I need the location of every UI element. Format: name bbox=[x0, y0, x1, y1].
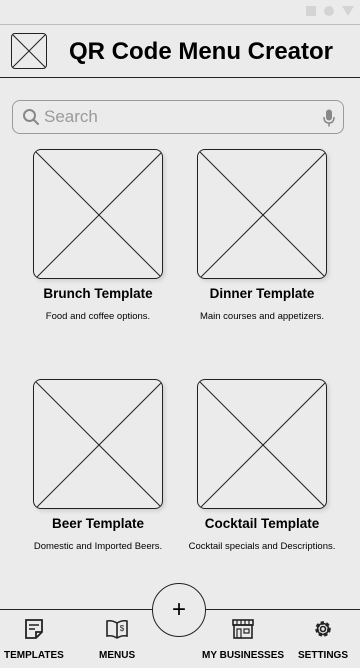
template-name: Cocktail Template bbox=[204, 516, 320, 531]
nav-label: TEMPLATES bbox=[4, 650, 64, 661]
wifi-icon bbox=[324, 6, 334, 16]
nav-item-my-businesses[interactable]: MY BUSINESSES bbox=[202, 618, 284, 661]
template-description: Cocktail specials and Descriptions. bbox=[188, 541, 336, 552]
page-title: QR Code Menu Creator bbox=[69, 38, 334, 65]
logo-placeholder-icon[interactable] bbox=[11, 33, 47, 69]
template-description: Domestic and Imported Beers. bbox=[33, 541, 163, 552]
search-bar[interactable] bbox=[12, 100, 344, 134]
gear-icon bbox=[312, 618, 334, 645]
template-image-placeholder[interactable] bbox=[197, 379, 327, 509]
template-image-placeholder[interactable] bbox=[33, 149, 163, 279]
templates-icon bbox=[23, 618, 45, 645]
template-name: Brunch Template bbox=[43, 286, 153, 301]
storefront-icon bbox=[231, 618, 255, 645]
battery-icon bbox=[342, 6, 354, 16]
template-image-placeholder[interactable] bbox=[197, 149, 327, 279]
template-image-placeholder[interactable] bbox=[33, 379, 163, 509]
template-description: Main courses and appetizers. bbox=[199, 311, 325, 322]
template-description: Food and coffee options. bbox=[45, 311, 151, 322]
search-input[interactable] bbox=[44, 106, 314, 128]
signal-icon bbox=[306, 6, 316, 16]
nav-label: MENUS bbox=[99, 650, 136, 661]
status-bar bbox=[0, 0, 360, 25]
nav-item-settings[interactable]: SETTINGS bbox=[298, 618, 348, 661]
template-name: Beer Template bbox=[51, 516, 145, 531]
nav-item-menus[interactable]: $ MENUS bbox=[99, 618, 135, 661]
microphone-icon[interactable] bbox=[323, 109, 335, 132]
svg-text:$: $ bbox=[120, 624, 125, 633]
add-button[interactable]: + bbox=[152, 583, 206, 637]
status-icons bbox=[306, 6, 354, 16]
nav-label: SETTINGS bbox=[298, 650, 349, 661]
template-name: Dinner Template bbox=[209, 286, 315, 301]
nav-item-templates[interactable]: TEMPLATES bbox=[4, 618, 64, 661]
app-header: QR Code Menu Creator bbox=[0, 25, 360, 78]
nav-label: MY BUSINESSES bbox=[202, 650, 285, 661]
menu-book-icon: $ bbox=[105, 618, 129, 645]
search-icon bbox=[22, 108, 40, 131]
